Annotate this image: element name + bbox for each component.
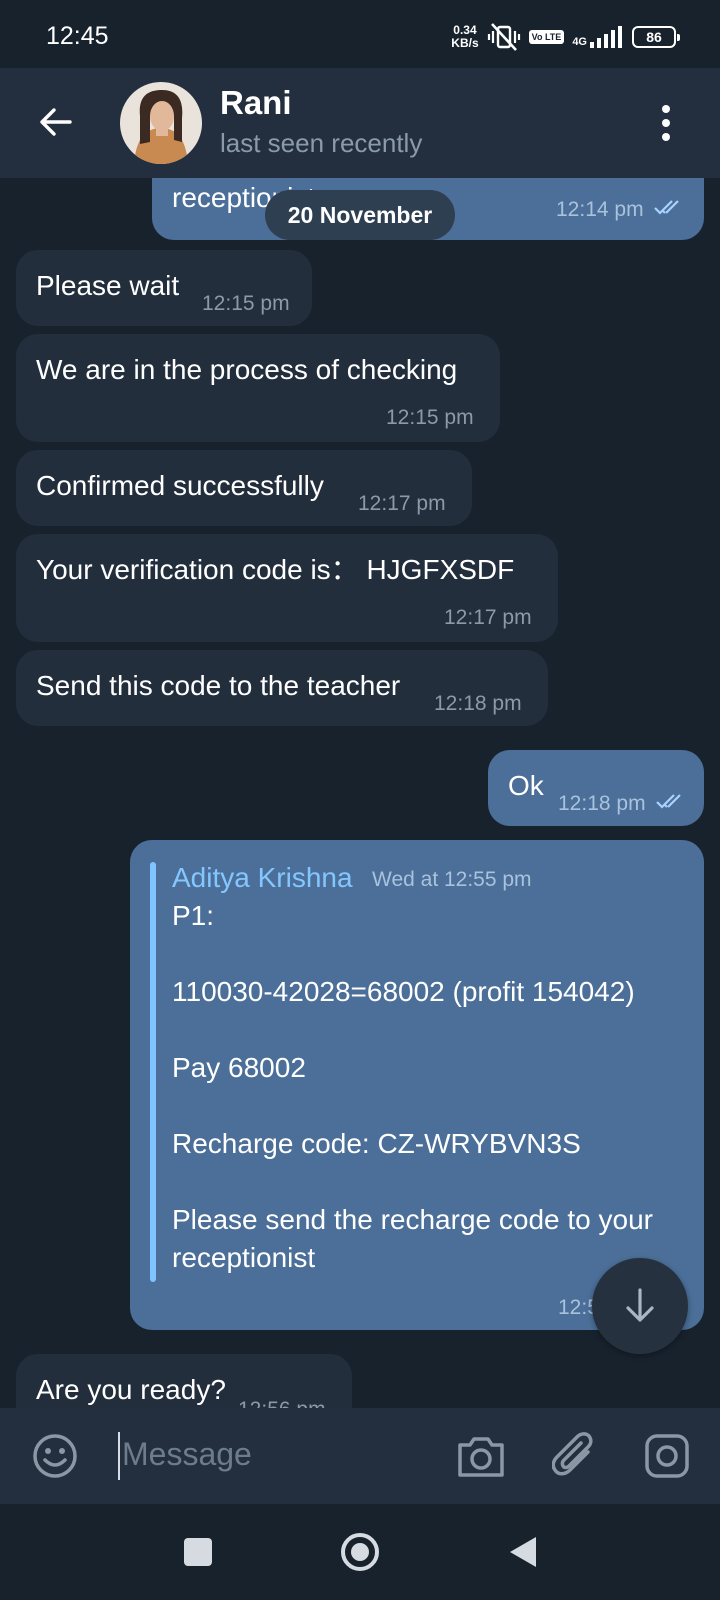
message-time: 12:56 pm	[238, 1398, 326, 1408]
message-forwarded[interactable]: Aditya Krishna Wed at 12:55 pm P1: 11003…	[130, 840, 704, 1330]
status-bar: 12:45 0.34 KB/s Vo LTE 4G 86	[0, 0, 720, 68]
signal-icon	[590, 26, 622, 48]
volte-badge: Vo LTE	[528, 30, 565, 44]
message-text: Ok	[508, 770, 544, 801]
message-list[interactable]: receptionist 12:14 pm 20 November Please…	[0, 178, 720, 1408]
network-type-label: 4G	[572, 36, 587, 48]
message-outgoing[interactable]: Ok 12:18 pm	[488, 750, 704, 826]
home-button[interactable]	[340, 1532, 380, 1572]
mute-vibrate-icon	[487, 23, 520, 51]
text-cursor	[118, 1432, 120, 1480]
status-icons: 0.34 KB/s Vo LTE 4G 86	[451, 22, 680, 52]
message-incoming[interactable]: Confirmed successfully 12:17 pm	[16, 450, 472, 526]
attach-icon[interactable]	[552, 1432, 596, 1480]
emoji-icon[interactable]	[32, 1433, 78, 1479]
forwarded-line: 110030-42028=68002 (profit 154042)	[172, 976, 635, 1007]
message-text: Confirmed successfully	[36, 470, 324, 501]
message-incoming[interactable]: We are in the process of checking 12:15 …	[16, 334, 500, 442]
network-type: 4G	[572, 26, 624, 48]
message-input[interactable]: Message	[122, 1436, 252, 1473]
camera-icon[interactable]	[456, 1433, 506, 1479]
network-speed: 0.34 KB/s	[451, 24, 478, 50]
more-vert-icon[interactable]	[660, 104, 672, 142]
message-text: Please wait	[36, 270, 180, 301]
contact-status: last seen recently	[220, 128, 423, 158]
message-time: 12:18 pm	[434, 692, 522, 715]
message-incoming[interactable]: Send this code to the teacher 12:18 pm	[16, 650, 548, 726]
message-incoming[interactable]: Please wait 12:15 pm	[16, 250, 312, 326]
scroll-down-button[interactable]	[592, 1258, 688, 1354]
system-nav-bar	[0, 1504, 720, 1600]
message-text: Your verification code is： HJGFXSDF	[36, 554, 515, 585]
message-text: Are you ready?	[36, 1374, 226, 1405]
forwarded-line: Please send the recharge code to your	[172, 1204, 653, 1235]
back-button[interactable]	[508, 1535, 538, 1569]
chat-header: Rani last seen recently	[0, 68, 720, 178]
message-text: We are in the process of checking	[36, 354, 458, 385]
message-time: 12:18 pm	[558, 792, 646, 815]
avatar-image	[120, 82, 202, 164]
recents-button[interactable]	[183, 1537, 213, 1567]
date-separator: 20 November	[265, 190, 455, 240]
battery-indicator: 86	[632, 26, 680, 48]
forwarded-from-name[interactable]: Aditya Krishna	[172, 862, 353, 894]
status-time: 12:45	[46, 22, 109, 50]
forwarded-line: P1:	[172, 900, 215, 931]
forwarded-date: Wed at 12:55 pm	[372, 868, 532, 891]
network-speed-unit: KB/s	[451, 36, 479, 50]
message-incoming[interactable]: Your verification code is： HJGFXSDF 12:1…	[16, 534, 558, 642]
read-ticks-icon	[654, 200, 679, 215]
message-time: 12:17 pm	[444, 606, 532, 629]
instagram-icon[interactable]	[644, 1433, 690, 1479]
forward-quote-bar	[150, 862, 156, 1282]
message-time: 12:14 pm	[556, 198, 644, 221]
read-ticks-icon	[656, 794, 681, 809]
forwarded-line: Recharge code: CZ-WRYBVN3S	[172, 1128, 581, 1159]
contact-name[interactable]: Rani	[220, 84, 292, 122]
back-arrow-icon[interactable]	[36, 102, 76, 142]
forwarded-line: receptionist	[172, 1242, 316, 1273]
scroll-down-icon	[626, 1288, 654, 1322]
forwarded-line: Pay 68002	[172, 1052, 306, 1083]
message-time: 12:17 pm	[358, 492, 446, 515]
message-composer: Message	[0, 1408, 720, 1504]
message-time: 12:15 pm	[386, 406, 474, 429]
avatar[interactable]	[120, 82, 202, 164]
message-time: 12:15 pm	[202, 292, 290, 315]
message-text: Send this code to the teacher	[36, 670, 401, 701]
message-incoming[interactable]: Are you ready? 12:56 pm	[16, 1354, 352, 1408]
